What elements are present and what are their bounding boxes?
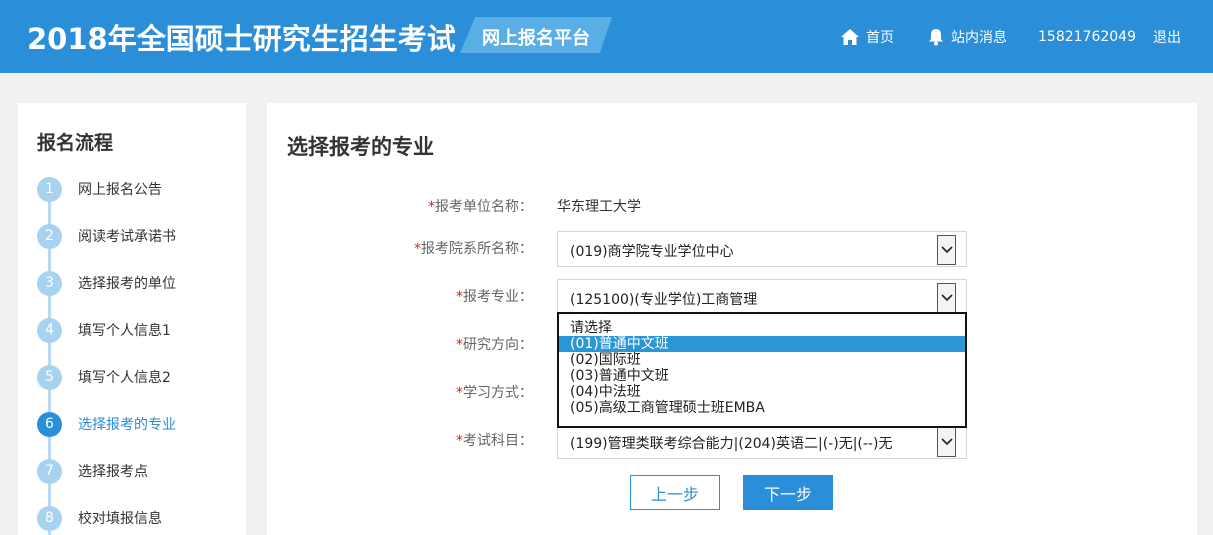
- subjects-label: *考试科目：: [456, 433, 533, 449]
- dropdown-option[interactable]: (03)普通中文班: [559, 368, 965, 384]
- chevron-down-icon[interactable]: [937, 235, 956, 265]
- department-select[interactable]: (019)商学院专业学位中心: [557, 231, 967, 267]
- dropdown-option[interactable]: (04)中法班: [559, 384, 965, 400]
- logout-link[interactable]: 退出: [1153, 0, 1181, 73]
- platform-badge: 网上报名平台: [460, 17, 612, 53]
- major-label: *报考专业：: [456, 289, 533, 305]
- step-number: 4: [37, 317, 62, 343]
- top-header: 2018年全国硕士研究生招生考试 网上报名平台 首页 站内消息 15821762…: [0, 0, 1213, 73]
- platform-label: 网上报名平台: [482, 28, 590, 49]
- direction-label: *研究方向：: [456, 337, 533, 353]
- department-label: *报考院系所名称：: [414, 241, 533, 257]
- unit-value: 华东理工大学: [557, 199, 641, 215]
- required-mark: *: [428, 199, 435, 215]
- step-number: 3: [37, 270, 62, 296]
- step-label: 阅读考试承诺书: [78, 229, 176, 245]
- user-phone: 15821762049: [1038, 28, 1136, 45]
- required-mark: *: [414, 241, 421, 257]
- step-label: 选择报考点: [78, 464, 148, 480]
- major-select[interactable]: (125100)(专业学位)工商管理: [557, 279, 967, 315]
- step-item-6[interactable]: 6 选择报考的专业: [37, 410, 237, 438]
- department-select-value: (019)商学院专业学位中心: [570, 244, 734, 260]
- home-icon: [841, 28, 859, 45]
- next-step-button[interactable]: 下一步: [743, 475, 833, 510]
- step-item-8[interactable]: 8 校对填报信息: [37, 504, 237, 532]
- step-number: 6: [37, 411, 62, 437]
- step-number: 2: [37, 223, 62, 249]
- step-number: 8: [37, 505, 62, 531]
- dropdown-option[interactable]: 请选择: [559, 320, 965, 336]
- page-title: 选择报考的专业: [287, 135, 434, 159]
- subjects-select-value: (199)管理类联考综合能力|(204)英语二|(-)无|(--)无: [570, 436, 893, 452]
- dropdown-option[interactable]: (05)高级工商管理硕士班EMBA: [559, 400, 965, 416]
- step-label: 网上报名公告: [78, 182, 162, 198]
- step-item-5[interactable]: 5 填写个人信息2: [37, 363, 237, 391]
- step-label: 校对填报信息: [78, 511, 162, 527]
- dropdown-option-highlighted[interactable]: (01)普通中文班: [559, 336, 965, 352]
- nav-home-label: 首页: [866, 29, 894, 46]
- direction-dropdown-list[interactable]: 请选择 (01)普通中文班 (02)国际班 (03)普通中文班 (04)中法班 …: [557, 312, 967, 428]
- required-mark: *: [456, 385, 463, 401]
- chevron-down-icon[interactable]: [937, 283, 956, 313]
- sidebar-title: 报名流程: [37, 132, 114, 154]
- required-mark: *: [456, 337, 463, 353]
- step-number: 5: [37, 364, 62, 390]
- step-item-2[interactable]: 2 阅读考试承诺书: [37, 222, 237, 250]
- step-label: 选择报考的单位: [78, 276, 176, 292]
- step-label: 填写个人信息2: [78, 370, 171, 386]
- required-mark: *: [456, 433, 463, 449]
- nav-home-link[interactable]: 首页: [840, 0, 894, 73]
- study-mode-label: *学习方式：: [456, 385, 533, 401]
- step-item-3[interactable]: 3 选择报考的单位: [37, 269, 237, 297]
- dropdown-option[interactable]: (02)国际班: [559, 352, 965, 368]
- step-item-4[interactable]: 4 填写个人信息1: [37, 316, 237, 344]
- step-number: 7: [37, 458, 62, 484]
- bell-icon: [929, 28, 943, 45]
- prev-step-button[interactable]: 上一步: [630, 475, 720, 510]
- process-sidebar: 报名流程 1 网上报名公告 2 阅读考试承诺书 3 选择报考的单位 4 填写个人…: [18, 103, 246, 535]
- required-mark: *: [456, 289, 463, 305]
- chevron-down-icon[interactable]: [937, 427, 956, 457]
- main-panel: 选择报考的专业 *报考单位名称： 华东理工大学 *报考院系所名称： (019)商…: [267, 103, 1197, 535]
- unit-label: *报考单位名称：: [428, 199, 533, 215]
- step-label: 填写个人信息1: [78, 323, 171, 339]
- step-item-7[interactable]: 7 选择报考点: [37, 457, 237, 485]
- nav-messages-label: 站内消息: [951, 29, 1007, 46]
- step-label: 选择报考的专业: [78, 417, 176, 433]
- major-select-value: (125100)(专业学位)工商管理: [570, 292, 758, 308]
- nav-messages-link[interactable]: 站内消息: [927, 0, 1007, 73]
- step-number: 1: [37, 176, 62, 202]
- site-title: 2018年全国硕士研究生招生考试: [27, 22, 456, 56]
- subjects-select[interactable]: (199)管理类联考综合能力|(204)英语二|(-)无|(--)无: [557, 423, 967, 459]
- step-item-1[interactable]: 1 网上报名公告: [37, 175, 237, 203]
